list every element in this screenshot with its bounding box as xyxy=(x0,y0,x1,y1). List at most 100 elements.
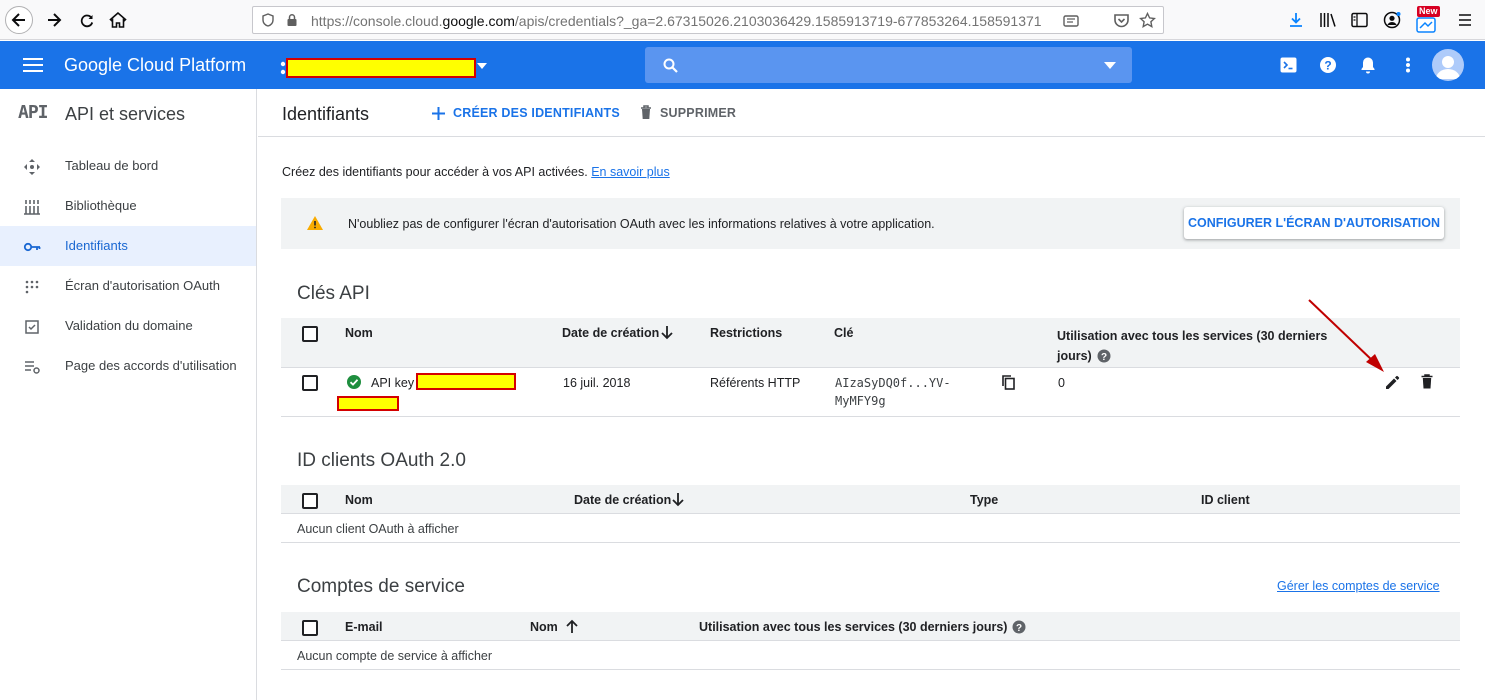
banner-text: N'oubliez pas de configurer l'écran d'au… xyxy=(348,217,935,231)
back-button[interactable] xyxy=(5,6,33,34)
column-client-id[interactable]: ID client xyxy=(1201,493,1250,507)
svg-text:?: ? xyxy=(1016,623,1022,634)
select-all-checkbox[interactable] xyxy=(302,326,318,342)
lock-icon[interactable] xyxy=(285,13,299,27)
learn-more-link[interactable]: En savoir plus xyxy=(591,165,670,179)
page-toolbar: Identifiants CRÉER DES IDENTIFIANTS SUPP… xyxy=(258,89,1485,137)
api-key-name-redacted-2 xyxy=(337,396,399,411)
sidebar-item-oauth-consent[interactable]: Écran d'autorisation OAuth xyxy=(0,266,256,306)
select-all-checkbox[interactable] xyxy=(302,620,318,636)
arrow-right-icon xyxy=(48,13,62,27)
sidebar-item-credentials[interactable]: Identifiants xyxy=(0,226,256,266)
extension-icon[interactable] xyxy=(1416,17,1436,33)
column-usage: Utilisation avec tous les services (30 d… xyxy=(1057,329,1328,363)
search-dropdown-icon[interactable] xyxy=(1104,62,1116,69)
column-created[interactable]: Date de création xyxy=(562,326,659,340)
sidebar-item-label: Écran d'autorisation OAuth xyxy=(65,278,220,293)
url-bar[interactable]: https://console.cloud.google.com/apis/cr… xyxy=(252,6,1164,34)
trash-icon xyxy=(641,105,651,119)
api-key-restrictions: Référents HTTP xyxy=(710,376,801,390)
sidebar-item-label: Validation du domaine xyxy=(65,318,193,333)
column-created[interactable]: Date de création xyxy=(574,493,671,507)
sidebar-item-label: Page des accords d'utilisation xyxy=(65,358,237,373)
check-circle-icon xyxy=(347,375,361,389)
configure-consent-screen-button[interactable]: CONFIGURER L'ÉCRAN D'AUTORISATION xyxy=(1184,207,1444,239)
shield-icon[interactable] xyxy=(261,13,275,27)
help-icon[interactable]: ? xyxy=(1319,56,1337,74)
intro-text: Créez des identifiants pour accéder à vo… xyxy=(282,165,670,179)
avatar[interactable] xyxy=(1432,49,1464,81)
sort-up-icon[interactable] xyxy=(566,619,578,633)
library-icon[interactable] xyxy=(1319,12,1337,28)
pocket-icon[interactable] xyxy=(1113,12,1130,29)
delete-label: SUPPRIMER xyxy=(660,106,737,120)
oauth-empty-row: Aucun client OAuth à afficher xyxy=(281,514,1460,543)
help-icon[interactable]: ? xyxy=(1097,349,1111,363)
help-icon[interactable]: ? xyxy=(1012,620,1026,634)
sort-down-icon[interactable] xyxy=(672,493,684,507)
notifications-icon[interactable] xyxy=(1360,56,1376,74)
column-name[interactable]: Nom xyxy=(345,326,373,340)
app-title[interactable]: Google Cloud Platform xyxy=(64,55,246,76)
column-type[interactable]: Type xyxy=(970,493,998,507)
home-button[interactable] xyxy=(104,6,132,34)
column-restrictions: Restrictions xyxy=(710,326,783,340)
api-keys-table-header: Nom Date de création Restrictions Clé Ut… xyxy=(281,318,1460,368)
sidebar-item-agreements[interactable]: Page des accords d'utilisation xyxy=(0,346,256,386)
agreements-icon xyxy=(25,361,40,374)
search-icon xyxy=(663,58,678,73)
oauth-warning-banner: N'oubliez pas de configurer l'écran d'au… xyxy=(281,198,1460,249)
sidebar-item-label: Identifiants xyxy=(65,238,128,253)
service-accounts-table-header: E-mail Nom Utilisation avec tous les ser… xyxy=(281,612,1460,641)
consent-icon xyxy=(25,280,39,294)
oauth-empty-text: Aucun client OAuth à afficher xyxy=(297,522,459,536)
svg-text:?: ? xyxy=(1324,59,1331,73)
copy-icon[interactable] xyxy=(1002,375,1015,390)
sort-down-icon[interactable] xyxy=(661,326,673,340)
column-name[interactable]: Nom xyxy=(345,493,373,507)
project-selector-redacted[interactable] xyxy=(286,58,476,78)
browser-toolbar: https://console.cloud.google.com/apis/cr… xyxy=(0,0,1485,40)
sidebar-item-domain-verification[interactable]: Validation du domaine xyxy=(0,306,256,346)
manage-service-accounts-link[interactable]: Gérer les comptes de service xyxy=(1277,579,1440,593)
table-row[interactable]: API key 16 juil. 2018 Référents HTTP AIz… xyxy=(281,368,1460,417)
sidebar-item-library[interactable]: Bibliothèque xyxy=(0,186,256,226)
service-accounts-empty-text: Aucun compte de service à afficher xyxy=(297,649,493,663)
service-accounts-empty-row: Aucun compte de service à afficher xyxy=(281,641,1460,670)
search-input[interactable] xyxy=(645,47,1132,83)
column-usage: Utilisation avec tous les services (30 d… xyxy=(699,620,1026,634)
plus-icon xyxy=(432,107,445,120)
dashboard-icon xyxy=(24,159,40,175)
annotation-arrow-icon xyxy=(1308,299,1384,372)
column-name[interactable]: Nom xyxy=(530,620,558,634)
reload-icon xyxy=(80,14,94,28)
sidebar-toggle-icon[interactable] xyxy=(1351,12,1368,28)
api-keys-title: Clés API xyxy=(297,283,370,304)
new-badge: New xyxy=(1417,6,1440,17)
project-dropdown-icon[interactable] xyxy=(477,63,487,69)
download-icon[interactable] xyxy=(1288,12,1304,28)
menu-icon[interactable] xyxy=(1457,12,1473,28)
home-icon xyxy=(109,11,127,28)
bookmark-star-icon[interactable] xyxy=(1139,12,1156,29)
key-icon xyxy=(23,242,41,252)
select-all-checkbox[interactable] xyxy=(302,493,318,509)
service-accounts-title: Comptes de service xyxy=(297,576,465,597)
forward-button[interactable] xyxy=(40,6,68,34)
column-email[interactable]: E-mail xyxy=(345,620,383,634)
row-checkbox[interactable] xyxy=(302,375,318,391)
sidebar-item-dashboard[interactable]: Tableau de bord xyxy=(0,146,256,186)
create-credentials-label: CRÉER DES IDENTIFIANTS xyxy=(453,106,620,120)
more-options-icon[interactable] xyxy=(1405,57,1411,73)
reader-view-icon[interactable] xyxy=(1063,13,1079,29)
gcp-header: Google Cloud Platform ? xyxy=(0,41,1485,89)
cloud-shell-icon[interactable] xyxy=(1280,57,1297,73)
trash-icon[interactable] xyxy=(1421,374,1433,389)
api-key-value: AIzaSyDQ0f...YV- MyMFY9g xyxy=(835,376,951,408)
api-key-name-redacted xyxy=(416,373,516,390)
account-icon[interactable] xyxy=(1383,11,1401,29)
api-key-name-link[interactable]: API key xyxy=(371,376,414,390)
hamburger-menu-icon[interactable] xyxy=(23,58,43,72)
library-icon xyxy=(24,200,40,215)
reload-button[interactable] xyxy=(73,6,101,34)
